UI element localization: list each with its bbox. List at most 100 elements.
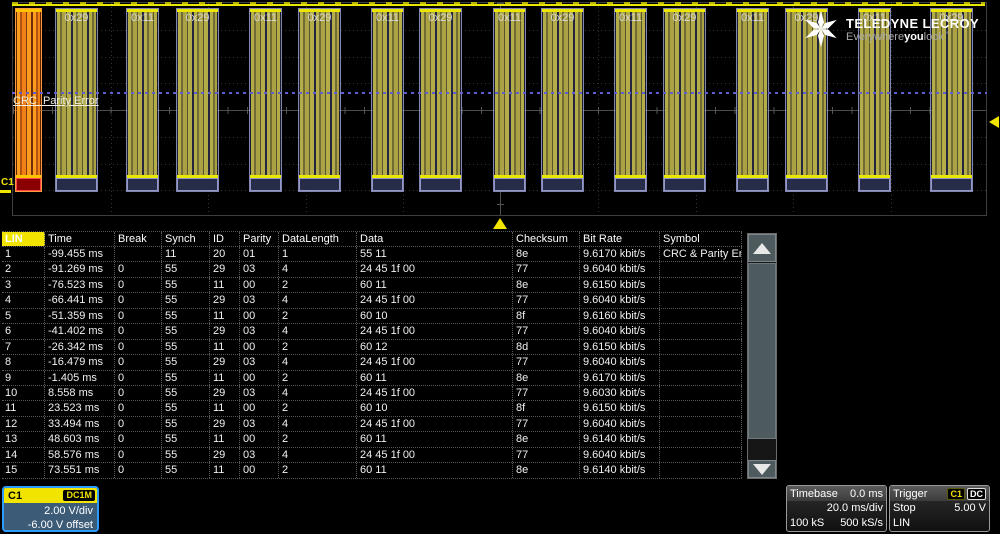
channel-offset: -6.00 V offset [4,518,93,532]
signal-high-edge [16,9,41,12]
decode-table-row[interactable]: 2-91.269 ms0552903424 45 1f 00779.6040 k… [2,262,742,277]
decode-table-row[interactable]: 1-99.455 ms112001155 118e9.6170 kbit/sCR… [2,247,742,262]
table-cell: 20 [210,247,240,261]
decode-band [615,178,646,191]
channel-coupling-badge: DC1M [63,490,95,501]
channel-c1-descriptor[interactable]: C1 DC1M 2.00 V/div -6.00 V offset [2,486,99,532]
trigger-level-marker[interactable] [989,116,999,128]
table-cell: 7 [2,340,45,354]
decode-band [664,178,705,191]
decode-table-row[interactable]: 1348.603 ms0551100260 118e9.6140 kbit/s [2,432,742,447]
table-cell: 11 [162,247,210,261]
table-cell: 9.6040 kbit/s [580,324,660,338]
table-cell: 2 [279,309,357,323]
table-cell: 01 [240,247,279,261]
decode-table-row[interactable]: 6-41.402 ms0552903424 45 1f 00779.6040 k… [2,324,742,339]
channel-descriptor-header: C1 DC1M [4,488,97,503]
trigger-type: LIN [893,516,986,531]
timebase-scale-line: 20.0 ms/div [787,501,886,516]
decode-band [859,178,890,191]
table-cell: 9.6140 kbit/s [580,463,660,477]
trigger-descriptor[interactable]: Trigger C1 DC Stop 5.00 V LIN [889,485,990,532]
column-header: Symbol [660,232,742,246]
table-cell: 29 [210,262,240,276]
table-cell: 12 [2,417,45,431]
table-cell: 9.6150 kbit/s [580,278,660,292]
table-cell: 6 [2,324,45,338]
decode-table-row[interactable]: 1573.551 ms0551100260 118e9.6140 kbit/s [2,463,742,478]
frame-id-label: 0x29 [299,12,340,24]
table-cell: 0 [115,371,162,385]
timebase-descriptor[interactable]: Timebase 0.0 ms 20.0 ms/div 100 kS 500 k… [786,485,887,532]
channel-name: C1 [8,490,63,502]
table-cell: 0 [115,401,162,415]
table-cell: 77 [513,324,580,338]
table-cell: -16.479 ms [45,355,115,369]
arrow-up-icon [753,243,771,254]
decode-table-row[interactable]: 5-51.359 ms0551100260 108f9.6160 kbit/s [2,309,742,324]
table-cell: 2 [279,432,357,446]
decode-table-row[interactable]: 8-16.479 ms0552903424 45 1f 00779.6040 k… [2,355,742,370]
frame-id-label: 0x11 [615,12,646,24]
column-header: LIN [2,232,45,246]
table-cell: 33.494 ms [45,417,115,431]
table-cell: 4 [279,355,357,369]
decode-table-row[interactable]: 1233.494 ms0552903424 45 1f 00779.6040 k… [2,417,742,432]
trigger-time-marker[interactable] [493,218,507,229]
decode-table-row[interactable]: 7-26.342 ms0551100260 128d9.6150 kbit/s [2,340,742,355]
decode-band [56,178,97,191]
table-cell: -1.405 ms [45,371,115,385]
decode-band [737,178,768,191]
table-cell: 4 [279,293,357,307]
table-cell: 29 [210,293,240,307]
column-header: Synch [162,232,210,246]
arrow-down-icon [753,464,771,475]
decode-table-row[interactable]: 4-66.441 ms0552903424 45 1f 00779.6040 k… [2,293,742,308]
table-cell: 2 [2,262,45,276]
trigger-title: Trigger [893,488,945,500]
table-cell: -41.402 ms [45,324,115,338]
trigger-header: Trigger C1 DC [890,486,989,501]
trigger-source-badge: C1 [947,488,965,500]
table-cell: 8e [513,278,580,292]
table-cell: 48.603 ms [45,432,115,446]
scrollbar-thumb[interactable] [748,263,776,439]
logo-text: TELEDYNE LECROY Everywhereyoulook™ [846,16,979,43]
decode-table-row[interactable]: 1458.576 ms0552903424 45 1f 00779.6040 k… [2,448,742,463]
table-cell: 0 [115,448,162,462]
table-cell: 11 [2,401,45,415]
table-cell: 9.6140 kbit/s [580,432,660,446]
timebase-header: Timebase 0.0 ms [787,486,886,501]
table-scrollbar[interactable] [747,233,777,479]
table-cell: 15 [2,463,45,477]
decode-table-row[interactable]: 1123.523 ms0551100260 108f9.6150 kbit/s [2,401,742,416]
table-cell: 60 11 [357,371,513,385]
decode-table-row[interactable]: 108.558 ms0552903424 45 1f 00779.6030 kb… [2,386,742,401]
decode-band [250,178,281,191]
table-cell: 9.6160 kbit/s [580,309,660,323]
table-cell: 29 [210,324,240,338]
brand-name: TELEDYNE LECROY [846,16,979,31]
table-cell: 9 [2,371,45,385]
table-cell: 29 [210,355,240,369]
decode-band [16,178,41,191]
table-cell: 77 [513,293,580,307]
table-cell: -26.342 ms [45,340,115,354]
scroll-up-button[interactable] [748,234,776,262]
table-cell: 00 [240,340,279,354]
decode-table-row[interactable]: 3-76.523 ms0551100260 118e9.6150 kbit/s [2,278,742,293]
table-cell: -76.523 ms [45,278,115,292]
decode-table-row[interactable]: 9-1.405 ms0551100260 118e9.6170 kbit/s [2,371,742,386]
frame-id-label: 0x11 [127,12,158,24]
table-cell [115,247,162,261]
timebase-sampling-line: 100 kS 500 kS/s [787,516,886,531]
table-cell: 55 [162,324,210,338]
table-cell: 9.6040 kbit/s [580,417,660,431]
scroll-down-button[interactable] [748,460,776,478]
trigger-mode-line: Stop 5.00 V [890,501,989,516]
decode-table-header-row: LINTimeBreakSynchIDParityDataLengthDataC… [2,231,742,247]
table-cell: 29 [210,417,240,431]
decode-band [372,178,403,191]
channel-offset-marker[interactable] [0,190,11,193]
oscilloscope-screen: 0x290x110x290x110x290x110x290x110x290x11… [0,0,1000,534]
